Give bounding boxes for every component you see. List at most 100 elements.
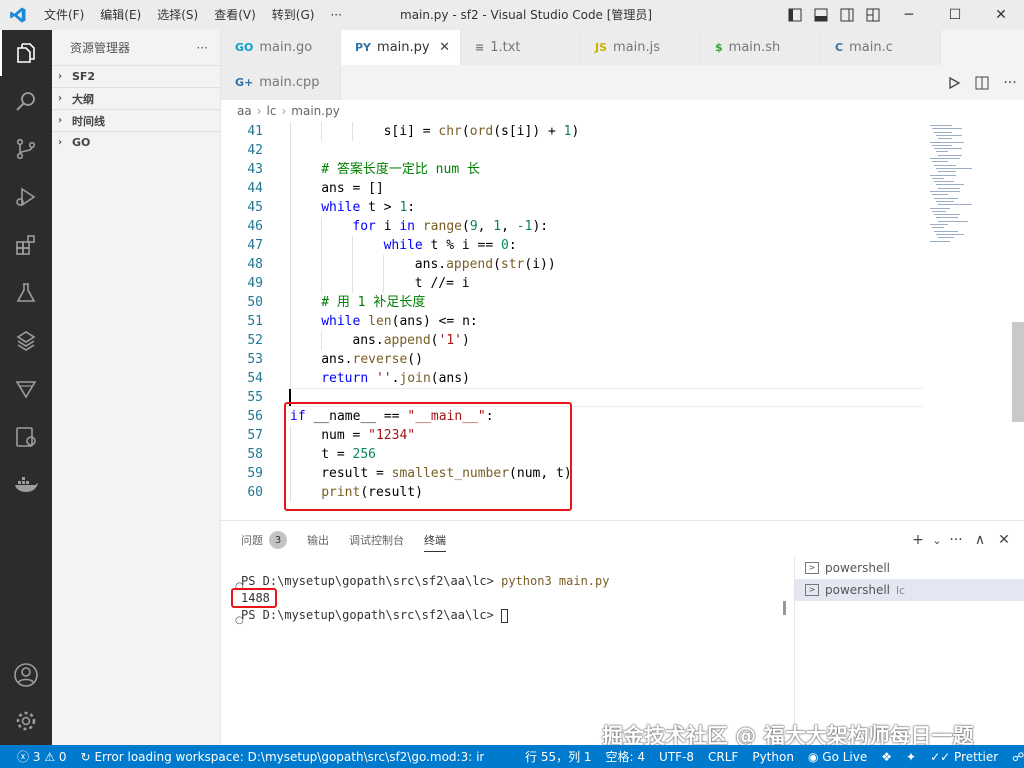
terminal-prompt: PS D:\mysetup\gopath\src\sf2\aa\lc> — [241, 574, 502, 588]
menu-item[interactable]: 编辑(E) — [92, 0, 149, 30]
menu-item[interactable]: 转到(G) — [264, 0, 323, 30]
gitlens-icon[interactable] — [0, 318, 52, 364]
terminal-instance[interactable]: > powershell lc — [795, 579, 1024, 601]
panel-tab-2[interactable]: 调试控制台 — [349, 521, 404, 559]
close-panel-icon[interactable]: ✕ — [992, 527, 1016, 553]
extension-status-icon[interactable]: ✦ — [899, 745, 923, 768]
search-icon[interactable] — [0, 78, 52, 124]
toggle-panel-icon[interactable] — [808, 0, 834, 30]
code-token: # 答案长度一定比 num 长 — [321, 162, 480, 177]
explorer-more-button[interactable]: ··· — [197, 41, 208, 55]
extensions-icon[interactable] — [0, 222, 52, 268]
workspace-status[interactable]: ↻ Error loading workspace: D:\mysetup\go… — [74, 745, 484, 768]
menu-item[interactable]: 查看(V) — [206, 0, 264, 30]
minimize-button[interactable]: ─ — [886, 0, 932, 30]
panel-tab-0[interactable]: 问题 3 — [241, 521, 287, 559]
settings-gear-icon[interactable] — [0, 698, 52, 744]
tab-main-py[interactable]: PY main.py ✕ — [341, 30, 461, 65]
toggle-sidebar-icon[interactable] — [782, 0, 808, 30]
source-control-icon[interactable] — [0, 126, 52, 172]
code-token: i — [375, 219, 400, 234]
sidebar-section-1[interactable]: › 大纲 — [52, 87, 220, 109]
code-token: len — [368, 314, 392, 329]
breadcrumb-item[interactable]: aa — [237, 104, 252, 118]
error-count: 3 — [32, 749, 41, 764]
language-mode[interactable]: Python — [745, 745, 801, 768]
docker-icon[interactable] — [0, 462, 52, 508]
tab-main-c[interactable]: Cmain.c — [821, 30, 941, 65]
editor-more-button[interactable]: ··· — [996, 65, 1024, 100]
breadcrumb-item[interactable]: lc — [267, 104, 277, 118]
code-token: ans. — [414, 257, 447, 272]
code-editor[interactable]: 41 s[i] = chr(ord(s[i]) + 1) 42 43 # 答案长度一定比… — [221, 122, 1024, 520]
problems-status[interactable]: ⓧ 3 ⚠ 0 — [10, 745, 74, 768]
line-number: 42 — [247, 143, 263, 158]
breadcrumb-item[interactable]: main.py — [291, 104, 340, 118]
new-terminal-button[interactable]: + — [906, 527, 930, 553]
terminal-command: python3 main.py — [501, 574, 610, 588]
split-editor-icon[interactable] — [968, 65, 996, 100]
error-icon: ⓧ — [17, 750, 30, 764]
testing-icon[interactable] — [0, 270, 52, 316]
cursor-position[interactable]: 行 55，列 1 — [518, 745, 599, 768]
explorer-icon[interactable] — [0, 30, 52, 76]
code-text: t = 256 — [321, 445, 376, 464]
account-icon[interactable] — [0, 652, 52, 698]
code-token: ( — [461, 124, 470, 139]
triangle-extension-icon[interactable] — [0, 366, 52, 412]
run-file-icon[interactable] — [940, 65, 968, 100]
chevron-right-icon: › — [58, 71, 63, 82]
tab-1-txt[interactable]: ≡ 1.txt — [461, 30, 581, 65]
menu-item[interactable]: 选择(S) — [149, 0, 206, 30]
maximize-button[interactable]: ☐ — [932, 0, 978, 30]
tab-label: main.cpp — [259, 75, 320, 90]
run-debug-icon[interactable] — [0, 174, 52, 220]
explorer-header: 资源管理器 ··· — [52, 30, 220, 65]
line-number: 41 — [247, 124, 263, 139]
indentation[interactable]: 空格: 4 — [599, 745, 653, 768]
prettier-button[interactable]: ✓✓ Prettier — [923, 745, 1005, 768]
minimap-line — [930, 174, 956, 176]
terminal-dropdown-chevron-icon[interactable]: ⌄ — [930, 527, 944, 553]
sidebar-section-label: 时间线 — [72, 114, 105, 128]
editor-scrollbar[interactable] — [1012, 322, 1024, 422]
line-number: 60 — [247, 485, 263, 500]
go-live-button[interactable]: ◉ Go Live — [801, 745, 874, 768]
menu-item[interactable]: ··· — [322, 0, 349, 30]
go-live-label: Go Live — [822, 749, 868, 764]
toggle-secondary-sidebar-icon[interactable] — [834, 0, 860, 30]
sidebar-section-2[interactable]: › 时间线 — [52, 109, 220, 131]
panel-tab-1[interactable]: 输出 — [307, 521, 329, 559]
minimap[interactable] — [926, 122, 986, 252]
code-line: 52 ans.append('1') — [221, 331, 921, 350]
remote-explorer-icon[interactable] — [0, 414, 52, 460]
customize-layout-icon[interactable] — [860, 0, 886, 30]
feedback-icon[interactable]: ☍ — [1005, 745, 1024, 768]
tab-close-icon[interactable]: ✕ — [439, 40, 450, 55]
tab-main-go[interactable]: GO main.go — [221, 30, 341, 65]
close-window-button[interactable]: ✕ — [978, 0, 1024, 30]
sidebar-section-3[interactable]: › GO — [52, 131, 220, 153]
end-of-line[interactable]: CRLF — [701, 745, 745, 768]
terminal-scrollbar[interactable] — [783, 601, 786, 615]
tab-main-sh[interactable]: $ main.sh — [701, 30, 821, 65]
code-line: 53 ans.reverse() — [221, 350, 921, 369]
tab-main-js[interactable]: JS main.js — [581, 30, 701, 65]
line-number: 49 — [247, 276, 263, 291]
line-number: 57 — [247, 428, 263, 443]
sidebar-section-0[interactable]: › SF2 — [52, 65, 220, 87]
maximize-panel-icon[interactable]: ∧ — [968, 527, 992, 553]
minimap-line — [932, 227, 944, 229]
code-line: 51 while len(ans) <= n: — [221, 312, 921, 331]
code-token: ) — [461, 333, 470, 348]
panel-more-button[interactable]: ··· — [944, 527, 968, 553]
explorer-title: 资源管理器 — [70, 41, 131, 55]
menu-item[interactable]: 文件(F) — [36, 0, 92, 30]
tab-main-cpp[interactable]: G+ main.cpp — [221, 65, 341, 100]
code-token: ans = [] — [321, 181, 384, 196]
encoding[interactable]: UTF-8 — [652, 745, 701, 768]
terminal-instance[interactable]: > powershell — [795, 557, 1024, 579]
terminal-output[interactable]: PS D:\mysetup\gopath\src\sf2\aa\lc> pyth… — [241, 573, 609, 624]
copilot-icon[interactable]: ❖ — [874, 745, 899, 768]
panel-tab-3[interactable]: 终端 — [424, 528, 446, 552]
